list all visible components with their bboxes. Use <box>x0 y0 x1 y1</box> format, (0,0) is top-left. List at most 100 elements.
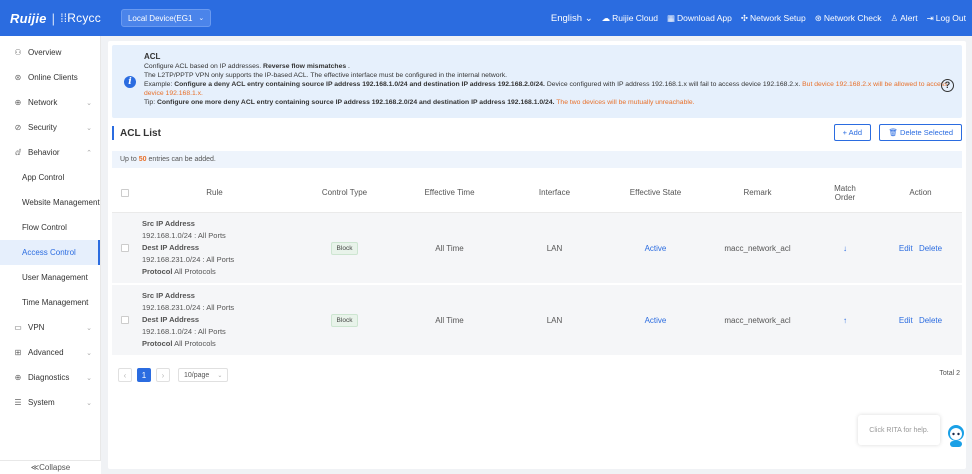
chevron-down-icon: ⌄ <box>86 124 92 132</box>
section-accent-bar <box>112 126 114 140</box>
sidebar-item-system[interactable]: ☰ System ⌄ <box>0 390 100 415</box>
sidebar-item-security[interactable]: ⊘ Security ⌄ <box>0 115 100 140</box>
control-type-tag: Block <box>330 313 359 327</box>
interface-cell: LAN <box>546 315 563 325</box>
network-check-link[interactable]: ⊛ Network Check <box>815 13 882 24</box>
behavior-icon: ⅆ <box>15 148 21 157</box>
network-setup-link[interactable]: ✣ Network Setup <box>741 13 806 24</box>
logout-link[interactable]: ⇥ Log Out <box>927 13 966 24</box>
logo-ruijie: Ruijie <box>10 10 47 26</box>
rule-cell: Src IP Address 192.168.1.0/24 : All Port… <box>142 219 235 276</box>
col-rule: Rule <box>206 188 223 197</box>
action-cell: Edit Delete <box>879 244 962 253</box>
col-control-type: Control Type <box>321 188 368 197</box>
sidebar-item-overview[interactable]: ⚇ Overview <box>0 40 100 65</box>
alert-link[interactable]: ♙ Alert <box>891 13 918 24</box>
entry-limit-notice: Up to 50 entries can be added. <box>112 151 962 168</box>
effective-state-cell: Active <box>644 315 667 325</box>
move-down-icon[interactable]: ↓ <box>811 244 879 253</box>
info-title: ACL <box>144 52 161 61</box>
ruijie-cloud-link[interactable]: ☁ Ruijie Cloud <box>602 13 658 24</box>
sidebar-item-user-management[interactable]: User Management <box>0 265 100 290</box>
top-nav: English ⌄ ☁ Ruijie Cloud ▦ Download App ✣ N… <box>551 13 966 24</box>
sidebar-item-app-control[interactable]: App Control <box>0 165 100 190</box>
collapse-button[interactable]: ≪Collapse <box>0 460 101 474</box>
delete-selected-button[interactable]: 🗑 Delete Selected <box>879 124 962 141</box>
logout-icon: ⇥ <box>926 12 934 23</box>
device-selector-value: Local Device(EG1 <box>127 13 193 23</box>
page-1-button[interactable]: 1 <box>137 368 151 382</box>
effective-time-cell: All Time <box>435 315 464 325</box>
col-effective-time: Effective Time <box>424 188 475 197</box>
sidebar-item-network[interactable]: ⊕ Network ⌄ <box>0 90 100 115</box>
row-checkbox[interactable] <box>112 316 137 324</box>
chevron-down-icon: ⌄ <box>86 349 92 357</box>
chevron-down-icon: ⌄ <box>86 99 92 107</box>
alert-icon: ♙ <box>890 12 899 23</box>
sidebar-item-access-control[interactable]: Access Control <box>0 240 100 265</box>
table-row: Src IP Address 192.168.231.0/24 : All Po… <box>112 285 962 357</box>
main-panel: i ACL Configure ACL based on IP addresse… <box>108 41 966 469</box>
row-checkbox[interactable] <box>112 244 137 252</box>
security-icon: ⊘ <box>14 123 22 132</box>
info-icon: i <box>124 76 136 88</box>
action-cell: Edit Delete <box>879 316 962 325</box>
device-selector[interactable]: Local Device(EG1 ⌄ <box>120 9 212 27</box>
chevron-down-icon: ⌄ <box>217 372 223 379</box>
download-app-link[interactable]: ▦ Download App <box>667 13 732 24</box>
sidebar-item-flow-control[interactable]: Flow Control <box>0 215 100 240</box>
edit-link[interactable]: Edit <box>899 244 913 253</box>
network-icon: ⊕ <box>14 98 22 107</box>
rule-cell: Src IP Address 192.168.231.0/24 : All Po… <box>142 291 235 348</box>
brand-logo[interactable]: Ruijie | ⁞⁞Rcycc <box>10 11 101 26</box>
network-check-icon: ⊛ <box>814 12 822 23</box>
col-remark: Remark <box>743 188 772 197</box>
logo-separator: | <box>51 10 56 26</box>
effective-time-cell: All Time <box>435 243 464 253</box>
acl-table: Rule Control Type Effective Time Interfa… <box>112 173 962 357</box>
delete-link[interactable]: Delete <box>919 244 942 253</box>
vpn-icon: ▭ <box>14 323 22 332</box>
rita-help-bubble[interactable]: Click RITA for help. <box>858 415 940 445</box>
chevron-down-icon: ⌄ <box>86 324 92 332</box>
remark-cell: macc_network_acl <box>724 243 791 253</box>
info-line-2: The L2TP/PPTP VPN only supports the IP-b… <box>144 72 508 79</box>
col-match-order: Match Order <box>834 183 856 202</box>
prev-page-button[interactable]: ‹ <box>118 368 132 382</box>
sidebar-item-vpn[interactable]: ▭ VPN ⌄ <box>0 315 100 340</box>
help-icon[interactable]: ? <box>941 79 954 92</box>
add-button[interactable]: + Add <box>833 124 871 141</box>
info-line-1: Configure ACL based on IP addresses. Rev… <box>144 63 350 70</box>
select-all-checkbox[interactable] <box>112 188 137 197</box>
sidebar-item-advanced[interactable]: ⊞ Advanced ⌄ <box>0 340 100 365</box>
effective-state-cell: Active <box>644 243 667 253</box>
move-up-icon[interactable]: ↑ <box>811 316 879 325</box>
network-setup-icon: ✣ <box>740 12 748 23</box>
diagnostics-icon: ⊕ <box>14 373 22 382</box>
sidebar-item-website-management[interactable]: Website Management <box>0 190 100 215</box>
sidebar-item-behavior[interactable]: ⅆ Behavior ⌃ <box>0 140 100 165</box>
page-size-select[interactable]: 10/page ⌄ <box>178 368 229 382</box>
overview-icon: ⚇ <box>14 48 22 57</box>
language-selector[interactable]: English ⌄ <box>551 13 593 24</box>
control-type-tag: Block <box>330 241 359 255</box>
edit-link[interactable]: Edit <box>899 316 913 325</box>
table-header: Rule Control Type Effective Time Interfa… <box>112 173 962 213</box>
sidebar-item-diagnostics[interactable]: ⊕ Diagnostics ⌄ <box>0 365 100 390</box>
col-effective-state: Effective State <box>629 188 682 197</box>
interface-cell: LAN <box>546 243 563 253</box>
sidebar-item-online-clients[interactable]: ⊛ Online Clients <box>0 65 100 90</box>
sidebar-item-time-management[interactable]: Time Management <box>0 290 100 315</box>
table-row: Src IP Address 192.168.1.0/24 : All Port… <box>112 213 962 285</box>
system-icon: ☰ <box>14 398 22 407</box>
next-page-button[interactable]: › <box>156 368 170 382</box>
remark-cell: macc_network_acl <box>724 315 791 325</box>
info-line-4: Tip: Configure one more deny ACL entry c… <box>144 99 695 106</box>
entry-limit-count: 50 <box>138 156 147 163</box>
pagination: ‹ 1 › 10/page ⌄ <box>118 368 229 382</box>
rita-assistant-icon[interactable] <box>946 424 966 448</box>
clients-icon: ⊛ <box>14 73 22 82</box>
delete-link[interactable]: Delete <box>919 316 942 325</box>
chevron-down-icon: ⌄ <box>86 399 92 407</box>
logo-reyee: ⁞⁞Rcycc <box>60 11 101 25</box>
